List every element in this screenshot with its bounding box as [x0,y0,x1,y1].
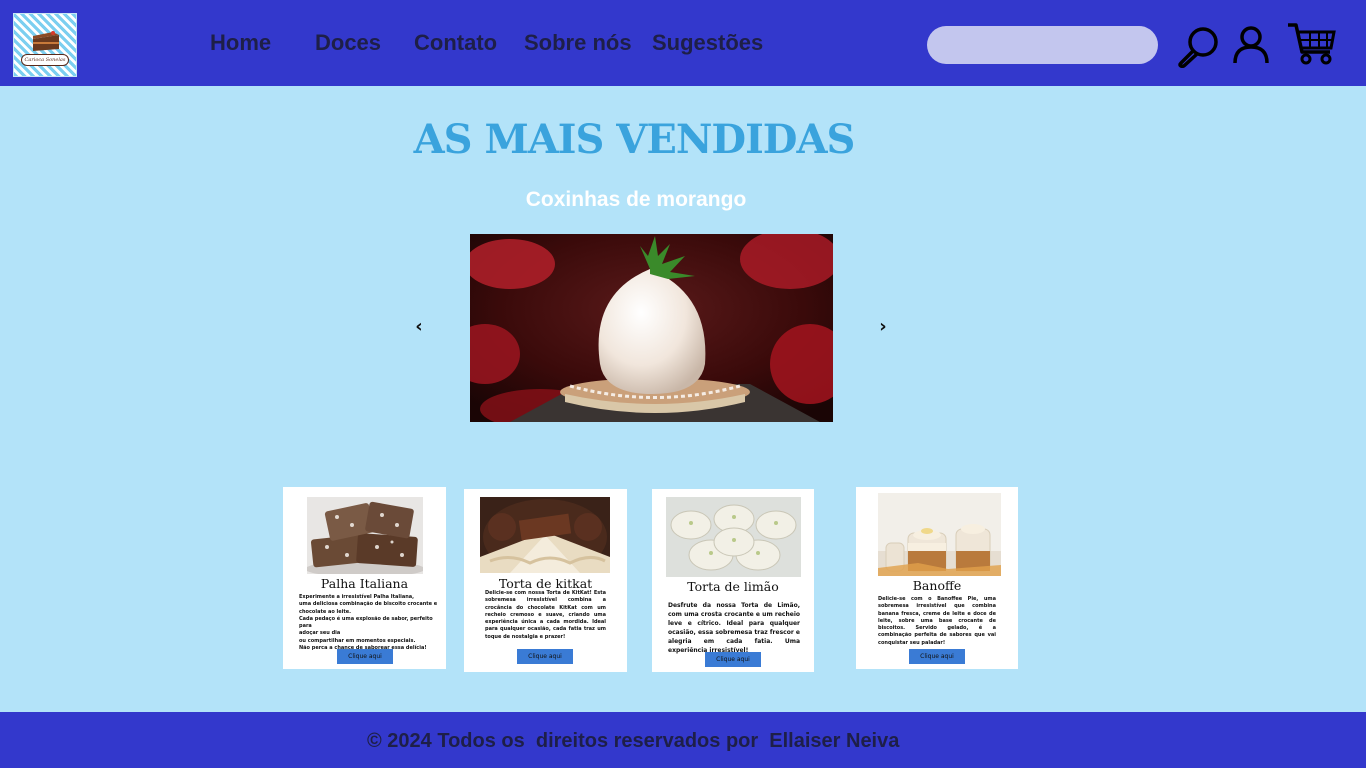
carousel-slide-title: Coxinhas de morango [525,188,747,211]
carousel-next-button[interactable]: › [873,316,893,338]
product-description: Delicie-se com nossa Torta de KitKat! Es… [485,590,606,640]
description-line: Cada pedaço é uma explosão de sabor, per… [299,615,433,630]
product-image [307,497,423,574]
product-card-banoffe: Banoffe Delicie-se com o Banoffee Pie, u… [856,487,1018,669]
product-image [666,497,801,577]
cake-slice-icon [33,31,59,51]
product-title: Torta de kitkat [498,576,593,591]
nav-contato[interactable]: Contato [414,30,497,56]
product-description: Experimente a irresistível Palha Italian… [299,594,439,652]
product-description: Delicie-se com o Banoffee Pie, uma sobre… [878,596,996,646]
logo-text: Carioca Sonelas [21,54,69,66]
copyright-text: © 2024 Todos os direitos reservados por … [367,730,900,752]
product-button-torta-limao[interactable]: Clique aqui [705,652,761,667]
nav-sobre-nos[interactable]: Sobre nós [524,30,632,56]
carousel-prev-button[interactable]: ‹ [409,316,429,338]
product-button-palha-italiana[interactable]: Clique aqui [337,649,393,664]
description-line: uma deliciosa combinação de biscoito cro… [299,601,438,608]
product-card-palha-italiana: Palha Italiana Experimente a irresistíve… [283,487,446,669]
page-title: AS MAIS VENDIDAS [413,116,856,163]
strawberry-photo [470,234,833,422]
product-image [480,497,610,573]
logo[interactable]: Carioca Sonelas [13,13,77,77]
product-card-torta-kitkat: Torta de kitkat Delicie-se com nossa Tor… [464,489,627,672]
description-line: Experimente a irresistível Palha Italian… [299,594,415,600]
nav-home[interactable]: Home [210,30,271,56]
product-button-banoffe[interactable]: Clique aqui [909,649,965,664]
product-description: Desfrute da nossa Torta de Limão, com um… [668,602,800,654]
product-button-torta-kitkat[interactable]: Clique aqui [517,649,573,664]
search-icon[interactable] [1176,24,1222,68]
product-title: Banoffe [912,578,962,593]
carousel-image [470,234,833,422]
nav-doces[interactable]: Doces [315,30,381,56]
product-title: Torta de limão [687,579,779,594]
description-line: chocolate ao leite. [299,608,352,615]
product-image [878,493,1001,576]
description-line: adoçar seu dia [299,630,341,637]
search-input[interactable] [927,26,1158,64]
user-icon[interactable] [1232,25,1270,65]
cart-icon[interactable] [1286,22,1338,66]
product-card-torta-limao: Torta de limão Desfrute da nossa Torta d… [652,489,814,672]
nav-sugestoes[interactable]: Sugestões [652,30,763,56]
product-title: Palha Italiana [320,576,409,591]
description-line: ou compartilhar em momentos especiais. [299,637,416,644]
